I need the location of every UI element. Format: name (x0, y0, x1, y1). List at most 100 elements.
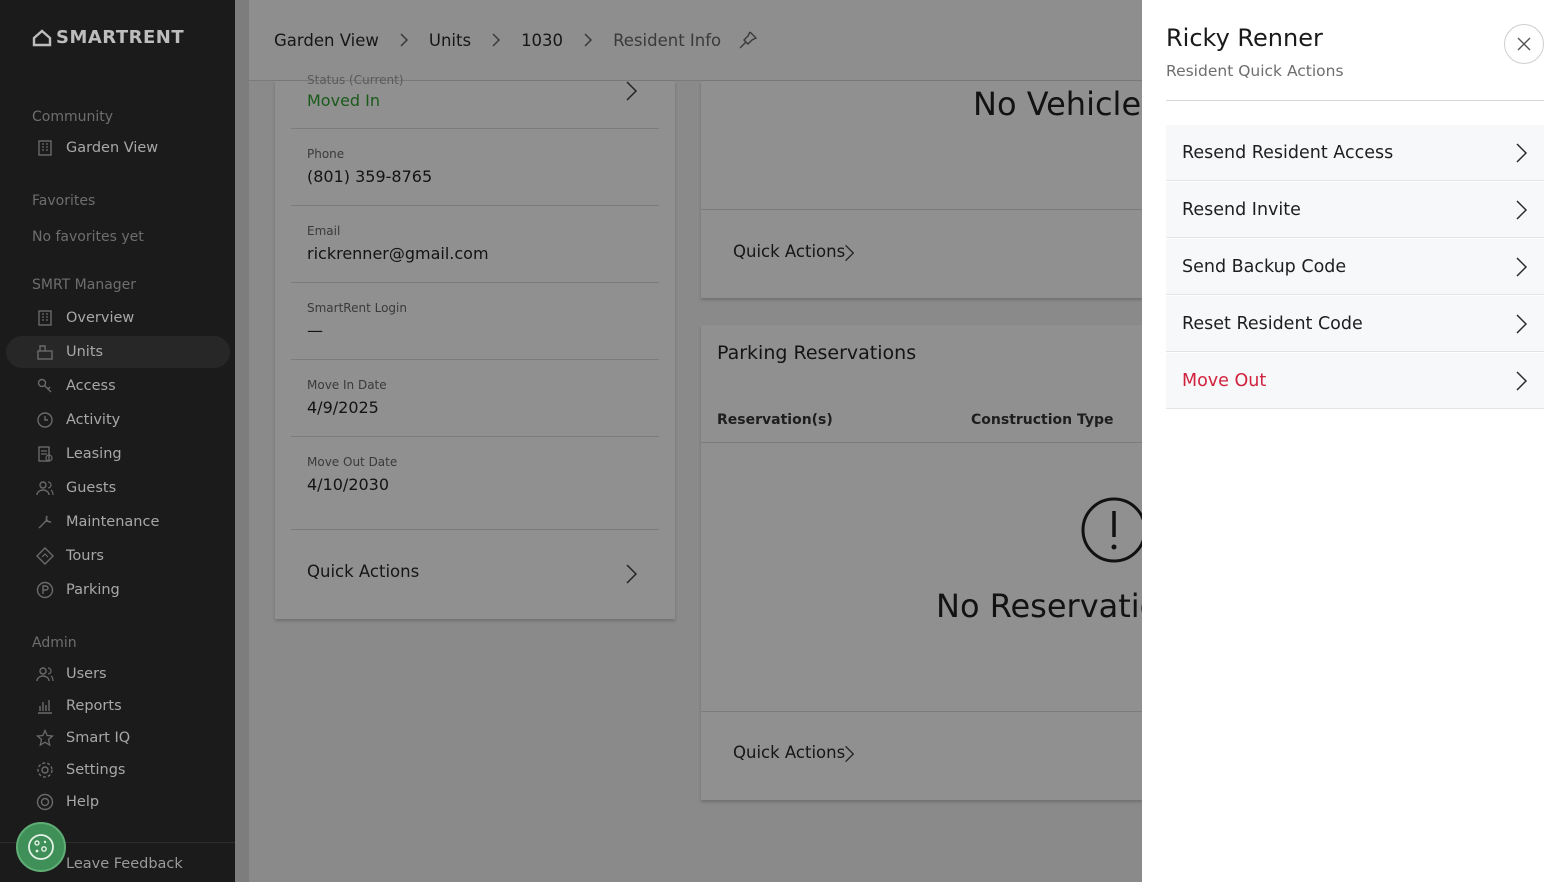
divider (701, 442, 1142, 443)
sidebar-item-label: Activity (66, 412, 121, 428)
gear-icon (36, 761, 54, 779)
key-icon (36, 377, 54, 395)
resend-invite-button[interactable]: Resend Invite (1166, 182, 1544, 238)
reset-resident-code-button[interactable]: Reset Resident Code (1166, 296, 1544, 352)
breadcrumb: Garden View Units 1030 Resident Info (249, 0, 1142, 81)
star-icon (36, 729, 54, 747)
sidebar-item-activity[interactable]: Activity (6, 404, 230, 436)
chevron-right-icon (489, 33, 503, 47)
cookie-settings-button[interactable] (16, 822, 66, 872)
parking-icon (36, 581, 54, 599)
logo-text: SMARTRENT (56, 27, 185, 48)
sidebar-item-help[interactable]: Help (6, 786, 230, 818)
smartrent-login-label: SmartRent Login (307, 301, 407, 315)
chevron-right-icon (1516, 313, 1528, 334)
clock-icon (36, 411, 54, 429)
email-label: Email (307, 224, 341, 238)
action-label: Reset Resident Code (1182, 313, 1363, 334)
sidebar-item-guests[interactable]: Guests (6, 472, 230, 504)
breadcrumb-garden-view[interactable]: Garden View (274, 31, 379, 50)
chevron-right-icon (1516, 256, 1528, 277)
reservations-column-header[interactable]: Reservation(s) (717, 412, 833, 428)
community-label: Community (32, 109, 114, 125)
breadcrumb-current: Resident Info (613, 30, 722, 50)
smrt-manager-label: SMRT Manager (32, 277, 137, 293)
drawer-title: Ricky Renner (1166, 24, 1323, 52)
resident-info-card: Status (Current) Moved In Phone (801) 35… (275, 73, 675, 619)
users-icon (36, 665, 54, 683)
phone-label: Phone (307, 147, 345, 161)
status-label: Status (Current) (307, 73, 404, 87)
sidebar-item-overview[interactable]: Overview (6, 302, 230, 334)
action-label: Resend Resident Access (1182, 142, 1394, 163)
parking-reservations-card: Parking Reservations Reservation(s) Cons… (701, 325, 1196, 800)
sidebar-item-label: Users (66, 666, 107, 682)
sidebar-item-label: Help (66, 794, 100, 810)
sidebar-item-label: Settings (66, 762, 126, 778)
house-logo-icon (32, 28, 52, 46)
construction-type-column-header[interactable]: Construction Type (971, 412, 1114, 428)
building-icon (36, 139, 54, 157)
building-icon (36, 309, 54, 327)
vehicles-card: No Vehicles Quick Actions (701, 81, 1158, 298)
wrench-icon (36, 513, 54, 531)
sidebar-item-label: Leasing (66, 446, 122, 462)
help-icon (36, 793, 54, 811)
phone-value: (801) 359-8765 (307, 167, 433, 186)
sidebar-item-leasing[interactable]: Leasing (6, 438, 230, 470)
sidebar-item-tours[interactable]: Tours (6, 540, 230, 572)
smartrent-login-field: SmartRent Login — (291, 283, 659, 360)
sidebar-item-users[interactable]: Users (6, 658, 230, 690)
units-icon (36, 343, 54, 361)
move-out-button[interactable]: Move Out (1166, 353, 1544, 409)
sidebar-item-label: Guests (66, 480, 117, 496)
sidebar-item-label: Units (66, 344, 104, 360)
resend-resident-access-button[interactable]: Resend Resident Access (1166, 125, 1544, 181)
status-field[interactable]: Status (Current) Moved In (291, 73, 659, 129)
favorites-label: Favorites (32, 193, 96, 209)
sidebar-item-community[interactable]: Garden View (6, 132, 230, 164)
chevron-right-icon (397, 33, 411, 47)
sidebar-item-label: Maintenance (66, 514, 160, 530)
chevron-right-icon[interactable] (843, 745, 855, 763)
sidebar-item-label: Garden View (66, 140, 159, 156)
breadcrumb-unit-number[interactable]: 1030 (521, 31, 563, 50)
sidebar-item-units[interactable]: Units (6, 336, 230, 368)
chevron-right-icon (1516, 142, 1528, 163)
favorites-empty-text: No favorites yet (32, 229, 144, 245)
action-label: Send Backup Code (1182, 256, 1347, 277)
smartrent-logo[interactable]: SMARTRENT (32, 27, 184, 48)
sidebar-item-label: Tours (66, 548, 104, 564)
chevron-right-icon (626, 81, 638, 101)
pin-icon[interactable] (737, 29, 759, 51)
sidebar-item-label: Overview (66, 310, 135, 326)
vehicles-quick-actions-button[interactable]: Quick Actions (733, 242, 845, 261)
chevron-right-icon[interactable] (624, 564, 638, 584)
leasing-icon (36, 445, 54, 463)
quick-actions-button[interactable]: Quick Actions (307, 562, 419, 581)
chevron-right-icon[interactable] (843, 244, 855, 262)
sidebar-item-reports[interactable]: Reports (6, 690, 230, 722)
sidebar-item-maintenance[interactable]: Maintenance (6, 506, 230, 538)
sidebar-item-smart-iq[interactable]: Smart IQ (6, 722, 230, 754)
alert-icon (1081, 497, 1147, 563)
breadcrumb-units[interactable]: Units (429, 31, 471, 50)
action-label: Move Out (1182, 370, 1267, 391)
sidebar-item-access[interactable]: Access (6, 370, 230, 402)
parking-reservations-title: Parking Reservations (717, 342, 917, 364)
sidebar-item-parking[interactable]: Parking (6, 574, 230, 606)
reports-icon (36, 697, 54, 715)
sidebar: SMARTRENT Community Garden View Favorite… (0, 0, 235, 882)
move-out-date-label: Move Out Date (307, 455, 398, 469)
sidebar-item-label: Reports (66, 698, 122, 714)
move-out-date-value: 4/10/2030 (307, 475, 390, 494)
chevron-right-icon (1516, 370, 1528, 391)
sidebar-item-settings[interactable]: Settings (6, 754, 230, 786)
tours-icon (36, 547, 54, 565)
send-backup-code-button[interactable]: Send Backup Code (1166, 239, 1544, 295)
close-button[interactable] (1504, 24, 1544, 64)
leave-feedback-link[interactable]: Leave Feedback (66, 856, 183, 872)
chevron-right-icon (581, 33, 595, 47)
parking-quick-actions-button[interactable]: Quick Actions (733, 743, 845, 762)
action-label: Resend Invite (1182, 199, 1301, 220)
